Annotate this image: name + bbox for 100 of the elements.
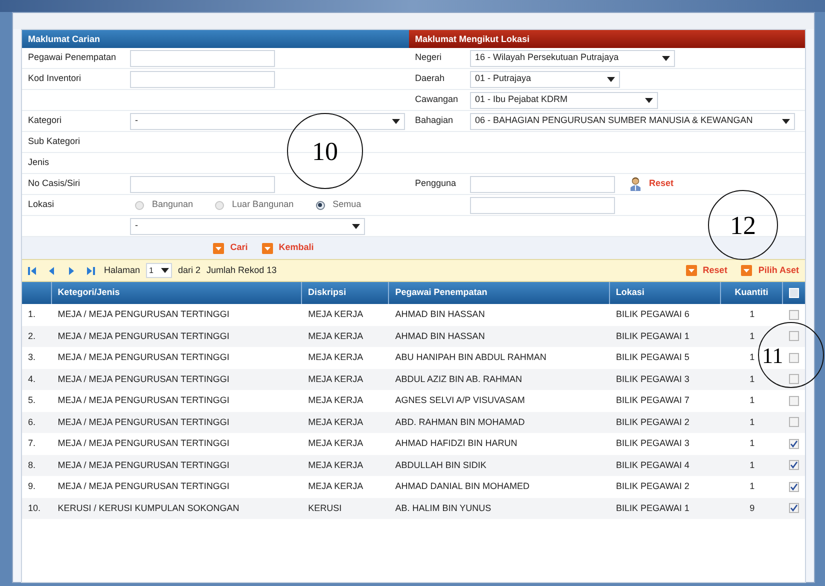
table-cell: AHMAD BIN HASSAN xyxy=(395,330,485,340)
last-page-icon[interactable] xyxy=(85,266,95,276)
table-cell: BILIK PEGAWAI 6 xyxy=(616,309,690,319)
table-cell: ABU HANIPAH BIN ABDUL RAHMAN xyxy=(395,352,546,362)
table-cell: MEJA / MEJA PENGURUSAN TERTINGGI xyxy=(58,374,230,384)
caret-icon xyxy=(662,56,670,60)
checkbox[interactable] xyxy=(789,438,800,449)
field-label: Cawangan xyxy=(415,94,458,104)
table-cell: AHMAD DANIAL BIN MOHAMED xyxy=(395,481,530,491)
table-cell: AB. HALIM BIN YUNUS xyxy=(395,502,492,512)
table-cell: MEJA KERJA xyxy=(308,438,364,448)
table-cell: 1 xyxy=(750,460,755,470)
table-cell: KERUSI xyxy=(308,502,342,512)
select-field[interactable]: 16 - Wilayah Persekutuan Putrajaya xyxy=(470,50,675,66)
next-page-icon[interactable] xyxy=(66,266,76,276)
checkbox[interactable] xyxy=(789,396,800,406)
checkbox[interactable] xyxy=(789,352,800,363)
caret-icon xyxy=(645,98,653,102)
select-field[interactable]: 06 - BAHAGIAN PENGURUSAN SUMBER MANUSIA & KEWANGAN xyxy=(470,112,795,130)
field-label: Pengguna xyxy=(415,178,456,188)
section-header: Maklumat Carian xyxy=(22,30,409,48)
checkbox[interactable] xyxy=(789,310,800,320)
input-field[interactable] xyxy=(470,176,615,192)
table-cell: 1 xyxy=(750,374,755,384)
reset-link[interactable]: Reset xyxy=(649,177,674,191)
table-cell: 6. xyxy=(28,416,36,426)
table-cell: 10. xyxy=(28,502,41,512)
action-button[interactable]: Cari xyxy=(213,241,248,255)
table-cell: 2. xyxy=(28,330,36,340)
table-cell: MEJA KERJA xyxy=(308,374,364,384)
column-header[interactable]: Lokasi xyxy=(616,286,644,300)
table-cell: MEJA KERJA xyxy=(308,460,364,470)
field-label: Jenis xyxy=(28,157,50,168)
table-cell: 1 xyxy=(750,352,755,362)
table-cell: 4. xyxy=(28,374,36,384)
table-cell: 1 xyxy=(750,330,755,340)
page-select[interactable]: 1 xyxy=(146,263,172,278)
action-button[interactable]: Reset xyxy=(686,264,728,278)
action-button[interactable]: Kembali xyxy=(262,241,314,255)
table-cell: MEJA / MEJA PENGURUSAN TERTINGGI xyxy=(58,395,230,405)
table-cell: MEJA KERJA xyxy=(308,416,364,426)
field-label: Sub Kategori xyxy=(28,136,80,146)
radio-label: Semua xyxy=(332,198,362,212)
previous-page-icon[interactable] xyxy=(47,266,57,276)
table-cell: 8. xyxy=(28,460,36,470)
table-cell: ABDULLAH BIN SIDIK xyxy=(395,460,486,470)
page-label: Halaman xyxy=(104,264,140,277)
caret-icon xyxy=(161,268,170,273)
select-field[interactable]: - xyxy=(130,112,405,130)
checkbox[interactable] xyxy=(789,482,800,492)
input-field[interactable] xyxy=(130,50,275,66)
action-button[interactable]: Pilih Aset xyxy=(741,264,799,278)
radio-button[interactable] xyxy=(135,200,144,210)
column-header[interactable]: Ketegori/Jenis xyxy=(58,286,120,300)
record-count: Jumlah Rekod 13 xyxy=(206,264,277,277)
table-cell: 1 xyxy=(750,481,755,491)
column-header[interactable]: Kuantiti xyxy=(734,286,768,300)
table-cell: ABDUL AZIZ BIN AB. RAHMAN xyxy=(395,374,522,384)
field-label: Kategori xyxy=(28,115,62,126)
column-header[interactable]: Pegawai Penempatan xyxy=(395,286,488,300)
table-cell: BILIK PEGAWAI 5 xyxy=(616,352,690,362)
table-cell: MEJA / MEJA PENGURUSAN TERTINGGI xyxy=(58,481,230,491)
table-cell: KERUSI / KERUSI KUMPULAN SOKONGAN xyxy=(58,502,240,512)
table-cell: 1 xyxy=(750,416,755,426)
table-cell: AGNES SELVI A/P VISUVASAM xyxy=(395,395,525,405)
table-cell: MEJA / MEJA PENGURUSAN TERTINGGI xyxy=(58,416,230,426)
radio-button[interactable] xyxy=(215,200,224,210)
checkbox[interactable] xyxy=(789,503,800,514)
checkbox[interactable] xyxy=(789,460,800,470)
checkbox[interactable] xyxy=(789,331,800,342)
callout: 10 xyxy=(287,113,363,189)
table-cell: 1 xyxy=(750,395,755,405)
input-field[interactable] xyxy=(130,176,275,192)
dropdown-icon xyxy=(262,242,273,254)
callout: 11 xyxy=(758,322,824,388)
table-cell: BILIK PEGAWAI 4 xyxy=(616,460,690,470)
dropdown-icon xyxy=(741,265,752,276)
field-label: No Casis/Siri xyxy=(28,178,80,188)
select-field[interactable]: 01 - Ibu Pejabat KDRM xyxy=(470,92,658,108)
table-cell: BILIK PEGAWAI 3 xyxy=(616,374,690,384)
table-cell: 1. xyxy=(28,309,36,319)
caret-icon xyxy=(392,118,400,124)
field-label: Negeri xyxy=(415,52,442,62)
first-page-icon[interactable] xyxy=(28,266,38,276)
page-count: dari 2 xyxy=(178,264,201,277)
field-label: Daerah xyxy=(415,73,445,84)
user-icon[interactable] xyxy=(630,177,641,191)
checkbox[interactable] xyxy=(789,374,800,384)
table-cell: MEJA KERJA xyxy=(308,352,364,362)
radio-button[interactable] xyxy=(316,200,325,210)
input-field[interactable] xyxy=(130,70,275,88)
table-cell: AHMAD BIN HASSAN xyxy=(395,309,485,319)
column-header[interactable]: Diskripsi xyxy=(308,286,346,300)
dropdown-icon xyxy=(686,265,697,276)
select-field[interactable]: 01 - Putrajaya xyxy=(470,70,620,88)
checkbox[interactable] xyxy=(789,417,800,428)
input-field[interactable] xyxy=(470,196,615,214)
table-cell: MEJA / MEJA PENGURUSAN TERTINGGI xyxy=(58,460,230,470)
select-field[interactable]: - xyxy=(130,218,365,234)
table-cell: MEJA / MEJA PENGURUSAN TERTINGGI xyxy=(58,438,230,448)
